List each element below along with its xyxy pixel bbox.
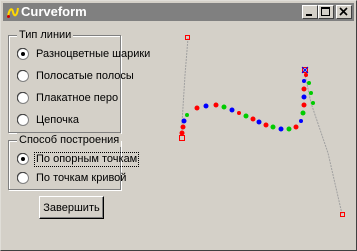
control-point-marker[interactable] bbox=[340, 212, 345, 217]
curve-ball bbox=[301, 86, 307, 92]
radio-indicator-checked[interactable] bbox=[17, 48, 29, 60]
finish-button[interactable]: Завершить bbox=[39, 196, 104, 219]
build-method-group: Способ построения По опорным точкам По т… bbox=[8, 133, 140, 190]
curve-ball bbox=[203, 103, 209, 109]
control-point-marker[interactable] bbox=[179, 135, 185, 141]
curve-ball bbox=[243, 113, 249, 119]
close-icon bbox=[339, 7, 348, 16]
radio-label: По точкам кривой bbox=[36, 171, 127, 184]
curve-ball bbox=[180, 124, 186, 130]
curve-ball bbox=[213, 102, 219, 108]
maximize-button[interactable] bbox=[318, 5, 334, 19]
build-method-caption: Способ построения bbox=[17, 133, 122, 147]
radio-indicator[interactable] bbox=[17, 70, 29, 82]
curve-ball bbox=[293, 124, 299, 130]
maximize-icon bbox=[321, 7, 330, 16]
radio-by-curve-points[interactable]: По точкам кривой bbox=[17, 171, 127, 185]
radio-label: Полосатые полосы bbox=[36, 69, 134, 82]
radio-poster-pen[interactable]: Плакатное перо bbox=[17, 91, 119, 105]
curve-ball bbox=[185, 113, 189, 117]
radio-indicator[interactable] bbox=[17, 172, 29, 184]
curve-ball bbox=[278, 126, 284, 132]
curve-ball bbox=[237, 111, 241, 115]
curve-ball bbox=[301, 102, 307, 108]
curve-ball bbox=[309, 91, 313, 95]
window-title: Curveform bbox=[21, 4, 87, 19]
title-bar[interactable]: Curveform bbox=[3, 3, 354, 21]
line-type-group: Тип линии Разноцветные шарики Полосатые … bbox=[8, 28, 150, 133]
curve-ball bbox=[307, 81, 311, 85]
radio-label: Плакатное перо bbox=[36, 91, 119, 104]
curve-ball bbox=[300, 110, 306, 116]
curve-ball bbox=[270, 124, 276, 130]
line-type-caption: Тип линии bbox=[17, 28, 74, 42]
radio-label: Разноцветные шарики bbox=[36, 47, 151, 60]
radio-label: Цепочка bbox=[36, 113, 79, 126]
curve-ball bbox=[302, 79, 306, 83]
radio-colored-balls[interactable]: Разноцветные шарики bbox=[17, 47, 151, 61]
curve-ball bbox=[194, 105, 200, 111]
curve-ball bbox=[221, 104, 227, 110]
radio-indicator[interactable] bbox=[17, 114, 29, 126]
curve-ball bbox=[263, 122, 269, 128]
radio-label: По опорным точкам bbox=[33, 151, 140, 167]
close-button[interactable] bbox=[336, 5, 352, 19]
curve-ball bbox=[250, 116, 256, 122]
minimize-icon bbox=[306, 14, 312, 16]
curve-ball bbox=[256, 119, 262, 125]
radio-by-control-points[interactable]: По опорным точкам bbox=[17, 151, 140, 167]
curve-canvas[interactable] bbox=[161, 23, 356, 249]
curve-ball bbox=[311, 101, 315, 105]
curve-ball bbox=[229, 107, 235, 113]
curve-ball bbox=[304, 73, 308, 77]
curve-ball bbox=[301, 94, 307, 100]
radio-chain[interactable]: Цепочка bbox=[17, 113, 80, 127]
curve-ball bbox=[179, 130, 185, 136]
curve-ball bbox=[299, 119, 303, 123]
curve-ball bbox=[181, 118, 187, 124]
main-window: Curveform Тип линии Разноцветные шарики … bbox=[0, 0, 357, 251]
radio-indicator-checked[interactable] bbox=[17, 153, 29, 165]
app-curve-icon[interactable] bbox=[6, 5, 20, 19]
curve-balls bbox=[179, 73, 315, 136]
minimize-button[interactable] bbox=[302, 5, 318, 19]
radio-indicator[interactable] bbox=[17, 92, 29, 104]
curve-ball bbox=[286, 126, 292, 132]
title-buttons bbox=[302, 5, 352, 19]
radio-striped-bands[interactable]: Полосатые полосы bbox=[17, 69, 135, 83]
